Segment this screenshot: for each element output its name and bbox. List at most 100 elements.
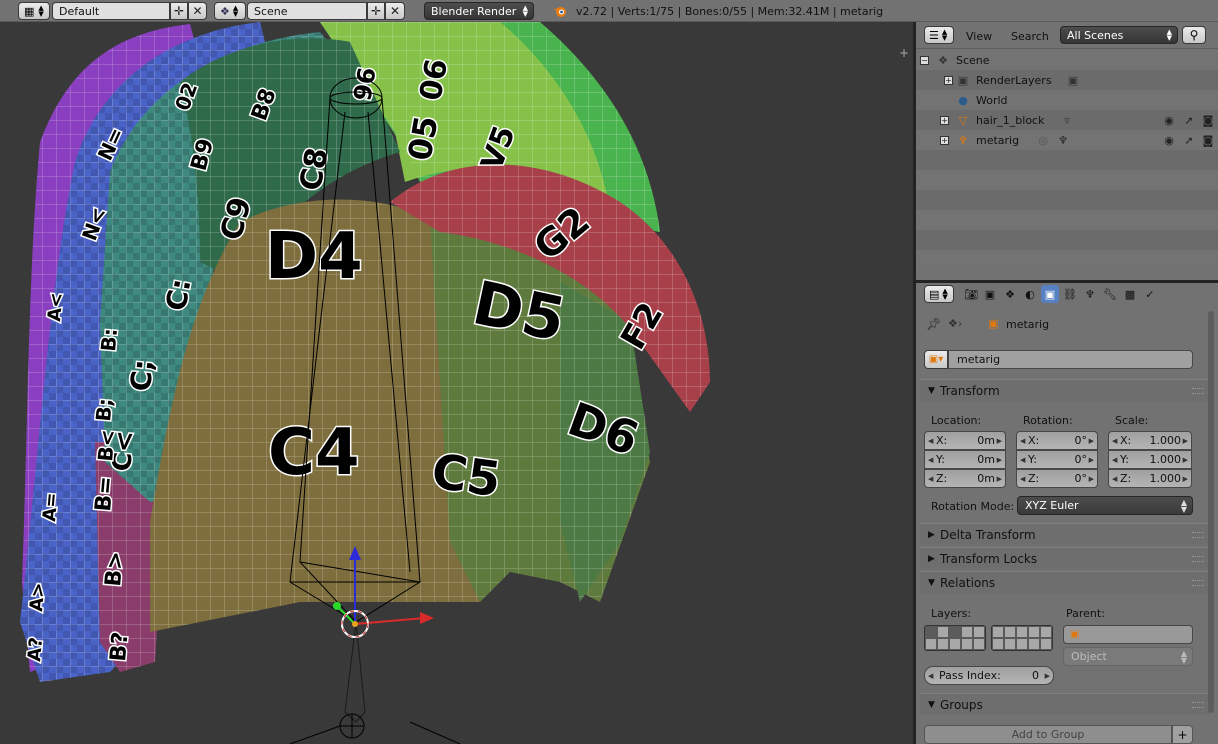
cursor-icon[interactable]: ➚: [1182, 133, 1196, 147]
arrow-left-icon[interactable]: ◀: [1020, 475, 1025, 483]
arrow-left-icon[interactable]: ◀: [1112, 475, 1117, 483]
transform-locks-panel-header[interactable]: ▶ Transform Locks: [920, 547, 1210, 569]
parent-type-select[interactable]: Object ▲ ▼: [1063, 647, 1193, 666]
scale-x-field[interactable]: ◀ X: 1.000 ▶: [1108, 431, 1192, 450]
rotation-mode-select[interactable]: XYZ Euler ▲ ▼: [1017, 496, 1193, 515]
layer-toggle[interactable]: [925, 638, 937, 650]
location-z-field[interactable]: ◀ Z: 0m ▶: [924, 469, 1006, 488]
layer-toggle[interactable]: [1040, 638, 1052, 650]
editor-type-button[interactable]: ☰ ▲ ▼: [924, 26, 954, 44]
arrow-right-icon[interactable]: ▶: [1183, 456, 1188, 464]
viewport-region-toggle[interactable]: +: [897, 46, 911, 60]
layer-toggle[interactable]: [937, 638, 949, 650]
layer-toggle[interactable]: [925, 626, 937, 638]
layer-toggle[interactable]: [1004, 638, 1016, 650]
drag-grip-icon[interactable]: [1192, 702, 1204, 708]
modifiers-tab-icon[interactable]: 🔧︎: [1101, 285, 1119, 303]
camera-icon[interactable]: ◙: [1201, 133, 1215, 147]
layer-toggle[interactable]: [1016, 626, 1028, 638]
layout-name-field[interactable]: Default: [52, 2, 170, 20]
layer-toggle[interactable]: [992, 638, 1004, 650]
groups-panel-header[interactable]: ▼ Groups: [920, 693, 1210, 715]
arrow-right-icon[interactable]: ▶: [1089, 456, 1094, 464]
drag-grip-icon[interactable]: [1192, 580, 1204, 586]
arrow-right-icon[interactable]: ▶: [1183, 437, 1188, 445]
object-name-field[interactable]: metarig: [948, 350, 1193, 369]
layer-toggle[interactable]: [961, 638, 973, 650]
layer-toggle[interactable]: [973, 638, 985, 650]
rotation-z-field[interactable]: ◀ Z: 0° ▶: [1016, 469, 1098, 488]
arrow-right-icon[interactable]: ▶: [1089, 475, 1094, 483]
rotation-y-field[interactable]: ◀ Y: 0° ▶: [1016, 450, 1098, 469]
arrow-left-icon[interactable]: ◀: [928, 456, 933, 464]
scene-menu-button[interactable]: ❖ ▲ ▼: [214, 2, 246, 20]
layer-toggle[interactable]: [961, 626, 973, 638]
camera-icon[interactable]: ◙: [1201, 113, 1215, 127]
expand-icon[interactable]: +: [940, 135, 949, 145]
arrow-left-icon[interactable]: ◀: [1112, 437, 1117, 445]
object-tab-icon[interactable]: ▣: [1041, 285, 1059, 303]
scale-z-field[interactable]: ◀ Z: 1.000 ▶: [1108, 469, 1192, 488]
layer-toggle[interactable]: [1004, 626, 1016, 638]
add-group-button[interactable]: +: [1172, 725, 1193, 744]
expand-icon[interactable]: +: [940, 115, 949, 125]
scene-tab-icon[interactable]: ❖: [1001, 285, 1019, 303]
render-tab-icon[interactable]: 📷︎: [962, 285, 980, 303]
tree-item-metarig[interactable]: + ♆ metarig ◎ ♆ ◉ ➚ ◙: [916, 130, 1218, 150]
delta-transform-panel-header[interactable]: ▶ Delta Transform: [920, 523, 1210, 545]
editor-type-button[interactable]: ▦ ▲ ▼: [18, 2, 50, 20]
eye-icon[interactable]: ◉: [1162, 133, 1176, 147]
texture-tab-icon[interactable]: ▩: [1121, 285, 1139, 303]
layer-toggle[interactable]: [992, 626, 1004, 638]
arrow-left-icon[interactable]: ◀: [928, 672, 933, 680]
scene-name-field[interactable]: Scene: [247, 2, 367, 20]
object-datablock-button[interactable]: ▣▾: [924, 350, 948, 369]
add-layout-button[interactable]: ✛: [170, 2, 188, 20]
arrow-right-icon[interactable]: ▶: [1183, 475, 1188, 483]
add-scene-button[interactable]: ✛: [367, 2, 385, 20]
add-to-group-button[interactable]: Add to Group: [924, 725, 1172, 744]
expand-icon[interactable]: +: [944, 75, 953, 85]
layer-toggle[interactable]: [1028, 626, 1040, 638]
arrow-left-icon[interactable]: ◀: [1020, 437, 1025, 445]
layers-grid-b[interactable]: [991, 625, 1053, 651]
arrow-left-icon[interactable]: ◀: [1112, 456, 1117, 464]
properties-scrollbar[interactable]: [1208, 311, 1214, 713]
parent-field[interactable]: ▣: [1063, 625, 1193, 644]
scale-y-field[interactable]: ◀ Y: 1.000 ▶: [1108, 450, 1192, 469]
layer-toggle[interactable]: [973, 626, 985, 638]
transform-panel-header[interactable]: ▼ Transform: [920, 379, 1210, 401]
remove-layout-button[interactable]: ✕: [188, 2, 207, 20]
arrow-right-icon[interactable]: ▶: [1089, 437, 1094, 445]
arrow-right-icon[interactable]: ▶: [997, 437, 1002, 445]
physics-tab-icon[interactable]: ✓: [1141, 285, 1159, 303]
arrow-left-icon[interactable]: ◀: [928, 437, 933, 445]
drag-grip-icon[interactable]: [1192, 556, 1204, 562]
cursor-icon[interactable]: ➚: [1182, 113, 1196, 127]
layers-grid-a[interactable]: [924, 625, 986, 651]
layer-toggle[interactable]: [1028, 638, 1040, 650]
eye-icon[interactable]: ◉: [1162, 113, 1176, 127]
arrow-left-icon[interactable]: ◀: [928, 475, 933, 483]
drag-grip-icon[interactable]: [1192, 532, 1204, 538]
arrow-right-icon[interactable]: ▶: [1045, 672, 1050, 680]
drag-grip-icon[interactable]: [1192, 388, 1204, 394]
arrow-left-icon[interactable]: ◀: [1020, 456, 1025, 464]
layer-toggle[interactable]: [949, 638, 961, 650]
menu-view[interactable]: View: [966, 27, 992, 45]
rotation-x-field[interactable]: ◀ X: 0° ▶: [1016, 431, 1098, 450]
location-x-field[interactable]: ◀ X: 0m ▶: [924, 431, 1006, 450]
tree-item-world[interactable]: ● World: [916, 90, 1218, 110]
tree-item-scene[interactable]: − ❖ Scene: [916, 50, 1218, 70]
collapse-icon[interactable]: −: [920, 55, 929, 65]
menu-search[interactable]: Search: [1011, 27, 1049, 45]
layer-toggle[interactable]: [949, 626, 961, 638]
render-layers-tab-icon[interactable]: ▣: [981, 285, 999, 303]
search-button[interactable]: ⚲: [1182, 26, 1206, 44]
location-y-field[interactable]: ◀ Y: 0m ▶: [924, 450, 1006, 469]
3d-viewport[interactable]: D4 D5 C4 C5 D6 G2 F2 05 06 V5 C8 C9 B8 B…: [0, 22, 913, 744]
render-engine-select[interactable]: Blender Render ▲ ▼: [424, 2, 534, 20]
tree-item-hair-1-block[interactable]: + ▽ hair_1_block ▿ ◉ ➚ ◙: [916, 110, 1218, 130]
layer-toggle[interactable]: [1040, 626, 1052, 638]
arrow-right-icon[interactable]: ▶: [997, 475, 1002, 483]
